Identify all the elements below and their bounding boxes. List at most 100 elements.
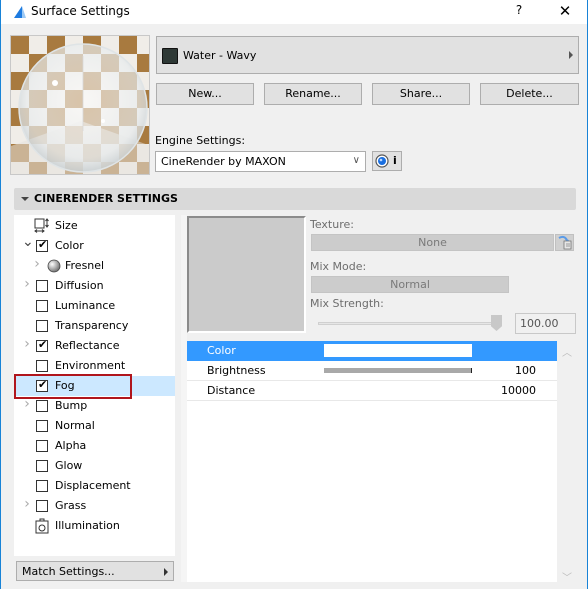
tree-item-illumination[interactable]: Illumination: [14, 516, 175, 536]
tree-item-label: Normal: [55, 419, 95, 432]
tree-item-color[interactable]: ⌄ ✔ Color: [14, 235, 175, 256]
tree-item-environment[interactable]: Environment: [14, 356, 175, 376]
tree-item-label: Diffusion: [55, 279, 104, 292]
engine-settings-label: Engine Settings:: [155, 134, 246, 147]
new-button[interactable]: New...: [156, 83, 254, 105]
share-button[interactable]: Share...: [372, 83, 470, 105]
param-value[interactable]: 100: [515, 364, 536, 377]
tree-item-label: Luminance: [55, 299, 116, 312]
window-title: Surface Settings: [31, 4, 130, 18]
tree-item-bump[interactable]: › Bump: [14, 396, 175, 416]
mix-mode-select[interactable]: Normal: [311, 276, 509, 293]
tree-item-label: Reflectance: [55, 339, 120, 352]
texture-browse-button[interactable]: [555, 234, 574, 251]
engine-info-button[interactable]: i: [372, 151, 402, 171]
cinerender-settings-header[interactable]: CINERENDER SETTINGS: [14, 188, 576, 210]
param-name: Color: [207, 344, 236, 357]
param-row-color[interactable]: Color: [187, 341, 557, 361]
play-arrow-icon: [164, 568, 168, 576]
mix-strength-input[interactable]: 100.00: [515, 313, 576, 334]
texture-field[interactable]: None: [311, 234, 554, 251]
parameter-list: Color Brightness 100 Distance 10000: [187, 341, 557, 582]
checkbox[interactable]: [36, 360, 48, 372]
tree-item-glow[interactable]: Glow: [14, 456, 175, 476]
checkbox[interactable]: [36, 440, 48, 452]
mix-mode-label: Mix Mode:: [310, 260, 367, 273]
play-arrow-icon: [569, 51, 573, 59]
checkbox[interactable]: ✔: [36, 338, 48, 352]
mix-strength-slider-track[interactable]: [318, 322, 498, 325]
cinerender-info-icon: [375, 154, 389, 168]
rename-button[interactable]: Rename...: [264, 83, 362, 105]
chevron-right-icon[interactable]: ›: [22, 337, 32, 351]
param-value[interactable]: 10000: [501, 384, 536, 397]
tree-item-label: Illumination: [55, 519, 120, 532]
chevron-right-icon[interactable]: ›: [22, 397, 32, 411]
checkbox[interactable]: [36, 420, 48, 432]
chevron-right-icon[interactable]: ›: [22, 497, 32, 511]
fresnel-sphere-icon: [47, 259, 61, 273]
tree-item-label: Size: [55, 219, 78, 232]
title-bar: Surface Settings ? ✕: [1, 0, 587, 24]
tree-item-luminance[interactable]: Luminance: [14, 296, 175, 316]
tree-item-diffusion[interactable]: › Diffusion: [14, 276, 175, 296]
collapse-triangle-icon: [21, 197, 29, 201]
archicad-app-icon: [14, 6, 26, 18]
fog-color-swatch[interactable]: [324, 344, 472, 357]
brightness-slider[interactable]: [324, 368, 472, 373]
tree-item-fog[interactable]: ✔ Fog: [14, 376, 175, 396]
checkbox[interactable]: ✔: [36, 378, 48, 392]
engine-select[interactable]: CineRender by MAXON ∨: [155, 151, 366, 172]
checkbox[interactable]: [36, 460, 48, 472]
engine-value: CineRender by MAXON: [161, 155, 286, 168]
checkmark-icon: ✔: [38, 378, 48, 391]
close-button[interactable]: ✕: [553, 2, 577, 22]
checkbox[interactable]: [36, 300, 48, 312]
param-row-distance[interactable]: Distance 10000: [187, 381, 557, 401]
checkbox[interactable]: [36, 400, 48, 412]
match-settings-button[interactable]: Match Settings...: [16, 561, 174, 581]
texture-label: Texture:: [310, 218, 354, 231]
tree-item-grass[interactable]: › Grass: [14, 496, 175, 516]
tree-item-transparency[interactable]: Transparency: [14, 316, 175, 336]
checkbox[interactable]: [36, 480, 48, 492]
illumination-icon: [35, 518, 49, 534]
checkmark-icon: ✔: [38, 338, 48, 351]
texture-preview: [187, 216, 306, 333]
load-texture-icon: [558, 235, 572, 250]
param-row-brightness[interactable]: Brightness 100: [187, 361, 557, 381]
chevron-down-icon: ∨: [352, 155, 360, 166]
tree-item-label: Bump: [55, 399, 88, 412]
checkbox[interactable]: [36, 320, 48, 332]
tree-item-label: Color: [55, 239, 84, 252]
chevron-right-icon[interactable]: ›: [22, 277, 32, 291]
tree-item-label: Environment: [55, 359, 126, 372]
tree-item-size[interactable]: Size: [14, 216, 175, 236]
scroll-down-icon[interactable]: ﹀: [561, 569, 573, 584]
tree-item-fresnel[interactable]: › Fresnel: [14, 256, 175, 276]
scroll-up-icon[interactable]: ︿: [561, 344, 573, 359]
info-icon: i: [393, 154, 397, 167]
checkbox[interactable]: [36, 280, 48, 292]
size-icon: [34, 218, 49, 233]
help-button[interactable]: ?: [509, 3, 529, 21]
tree-item-label: Glow: [55, 459, 83, 472]
delete-button[interactable]: Delete...: [480, 83, 579, 105]
material-selector[interactable]: Water - Wavy: [156, 36, 579, 74]
tree-item-reflectance[interactable]: › ✔ Reflectance: [14, 336, 175, 356]
checkbox[interactable]: ✔: [36, 238, 48, 252]
tree-item-normal[interactable]: Normal: [14, 416, 175, 436]
match-settings-label: Match Settings...: [22, 565, 115, 578]
material-name: Water - Wavy: [183, 49, 257, 62]
tree-item-alpha[interactable]: Alpha: [14, 436, 175, 456]
tree-item-displacement[interactable]: Displacement: [14, 476, 175, 496]
checkbox[interactable]: [36, 500, 48, 512]
section-title: CINERENDER SETTINGS: [34, 192, 178, 205]
checkmark-icon: ✔: [38, 238, 48, 251]
mix-strength-label: Mix Strength:: [310, 297, 384, 310]
chevron-down-icon[interactable]: ⌄: [22, 235, 34, 249]
tree-item-label: Alpha: [55, 439, 87, 452]
param-name: Distance: [207, 384, 256, 397]
chevron-right-icon[interactable]: ›: [32, 257, 42, 271]
preview-render-image: [11, 36, 149, 174]
